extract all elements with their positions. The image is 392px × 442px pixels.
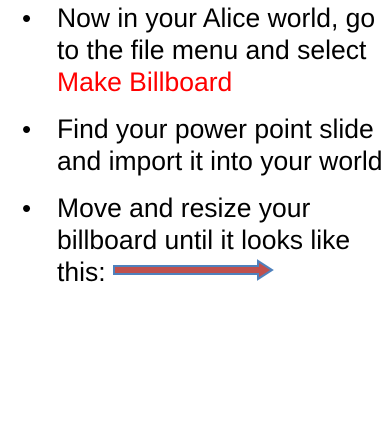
bullet-list: • Now in your Alice world, go to the fil… xyxy=(22,2,390,303)
right-arrow-svg xyxy=(112,259,274,281)
arrow-shape xyxy=(112,259,274,281)
slide: • Now in your Alice world, go to the fil… xyxy=(0,0,392,442)
bullet-text: Find your power point slide and import i… xyxy=(57,114,383,176)
bullet-dot: • xyxy=(22,3,32,33)
bullet-dot: • xyxy=(22,114,32,144)
bullet-text: Now in your Alice world, go to the file … xyxy=(57,3,376,65)
highlight-text: Make Billboard xyxy=(57,67,233,97)
bullet-item-import-slide: • Find your power point slide and import… xyxy=(22,113,390,177)
bullet-item-make-billboard: • Now in your Alice world, go to the fil… xyxy=(22,2,390,98)
bullet-dot: • xyxy=(22,193,32,223)
bullet-item-move-resize: • Move and resize your billboard until i… xyxy=(22,192,390,288)
right-arrow-icon xyxy=(112,259,274,281)
